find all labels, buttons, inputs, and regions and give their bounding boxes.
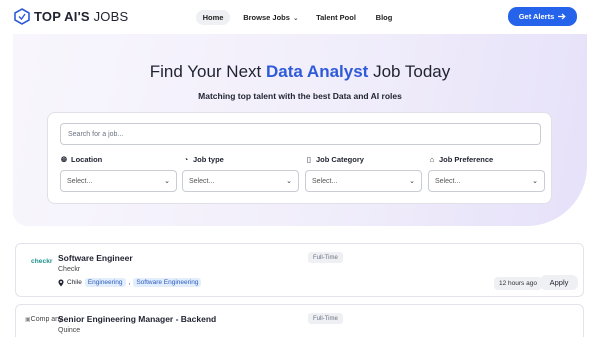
job-title[interactable]: Software Engineer — [58, 253, 133, 263]
tag-separator: , — [128, 279, 131, 286]
job-tag[interactable]: Engineering — [84, 278, 126, 287]
get-alerts-label: Get Alerts — [518, 12, 555, 21]
home-icon: ⌂ — [429, 155, 435, 164]
filter-location: 🌐︎ Location Select... ⌄ — [60, 155, 177, 192]
location-select[interactable]: Select... ⌄ — [60, 170, 177, 192]
search-placeholder: Search for a job... — [68, 130, 124, 138]
chevron-down-icon: ⌄ — [286, 178, 292, 185]
chevron-down-icon: ⌄ — [409, 178, 415, 185]
brand-mark-icon — [14, 8, 30, 25]
search-card: Search for a job... 🌐︎ Location Select...… — [47, 112, 552, 204]
brand-logo[interactable]: TOP AI'S JOBS — [14, 8, 128, 25]
hero-title: Find Your Next Data Analyst Job Today — [149, 62, 451, 81]
top-nav: TOP AI'S JOBS Home Browse Jobs ⌄ Talent P… — [0, 0, 600, 34]
filter-job-type: ◔ Job type Select... ⌄ — [182, 155, 299, 192]
nav-blog[interactable]: Blog — [374, 10, 394, 25]
device-icon: ▯ — [306, 155, 312, 164]
job-meta: Chile Engineering , Software Engineering — [58, 278, 202, 287]
nav-home[interactable]: Home — [196, 10, 230, 25]
job-type-select[interactable]: Select... ⌄ — [182, 170, 299, 192]
nav-home-label: Home — [202, 13, 224, 22]
search-input[interactable]: Search for a job... — [60, 123, 541, 145]
get-alerts-button[interactable]: Get Alerts — [508, 7, 577, 26]
arrow-right-icon — [558, 13, 566, 20]
globe-icon: 🌐︎ — [61, 154, 67, 164]
job-card[interactable]: ▣Comp any Senior Engineering Manager - B… — [15, 304, 584, 337]
filter-location-label: 🌐︎ Location — [61, 154, 103, 165]
job-type-badge: Full-Time — [308, 313, 343, 324]
filter-job-type-label: ◔ Job type — [183, 155, 224, 164]
hero-section: Find Your Next Data Analyst Job Today Ma… — [13, 34, 587, 226]
nav-browse-jobs[interactable]: Browse Jobs ⌄ — [243, 10, 299, 25]
chevron-down-icon: ⌄ — [164, 178, 170, 185]
brand-name: TOP AI'S JOBS — [34, 9, 129, 24]
filter-job-preference-label: ⌂ Job Preference — [429, 155, 494, 164]
job-company: Checkr — [58, 266, 81, 273]
job-location: Chile — [67, 279, 82, 286]
company-logo: checkr — [31, 258, 53, 265]
job-category-select[interactable]: Select... ⌄ — [305, 170, 422, 192]
job-type-badge: Full-Time — [308, 252, 343, 263]
nav-talent-label: Talent Pool — [316, 13, 356, 22]
people-icon: ◔ — [183, 155, 189, 164]
hero-title-highlight: Data Analyst — [265, 62, 369, 81]
nav-blog-label: Blog — [375, 13, 393, 22]
nav-browse-label: Browse Jobs — [243, 13, 290, 22]
chevron-down-icon: ⌄ — [292, 14, 299, 22]
apply-button[interactable]: Apply — [540, 275, 578, 290]
job-card[interactable]: checkr Software Engineer Checkr Full-Tim… — [15, 243, 584, 297]
job-preference-select[interactable]: Select... ⌄ — [428, 170, 545, 192]
location-pin-icon — [58, 279, 64, 286]
filter-job-category-label: ▯ Job Category — [306, 155, 364, 164]
job-company: Quince — [58, 327, 81, 334]
job-title[interactable]: Senior Engineering Manager - Backend — [58, 314, 216, 324]
nav-talent-pool[interactable]: Talent Pool — [316, 10, 356, 25]
filter-job-preference: ⌂ Job Preference Select... ⌄ — [428, 155, 545, 192]
filter-job-category: ▯ Job Category Select... ⌄ — [305, 155, 422, 192]
job-tag[interactable]: Software Engineering — [133, 278, 202, 287]
posted-time: 12 hours ago — [494, 277, 542, 290]
hero-subtitle: Matching top talent with the best Data a… — [198, 91, 402, 101]
chevron-down-icon: ⌄ — [532, 178, 538, 185]
